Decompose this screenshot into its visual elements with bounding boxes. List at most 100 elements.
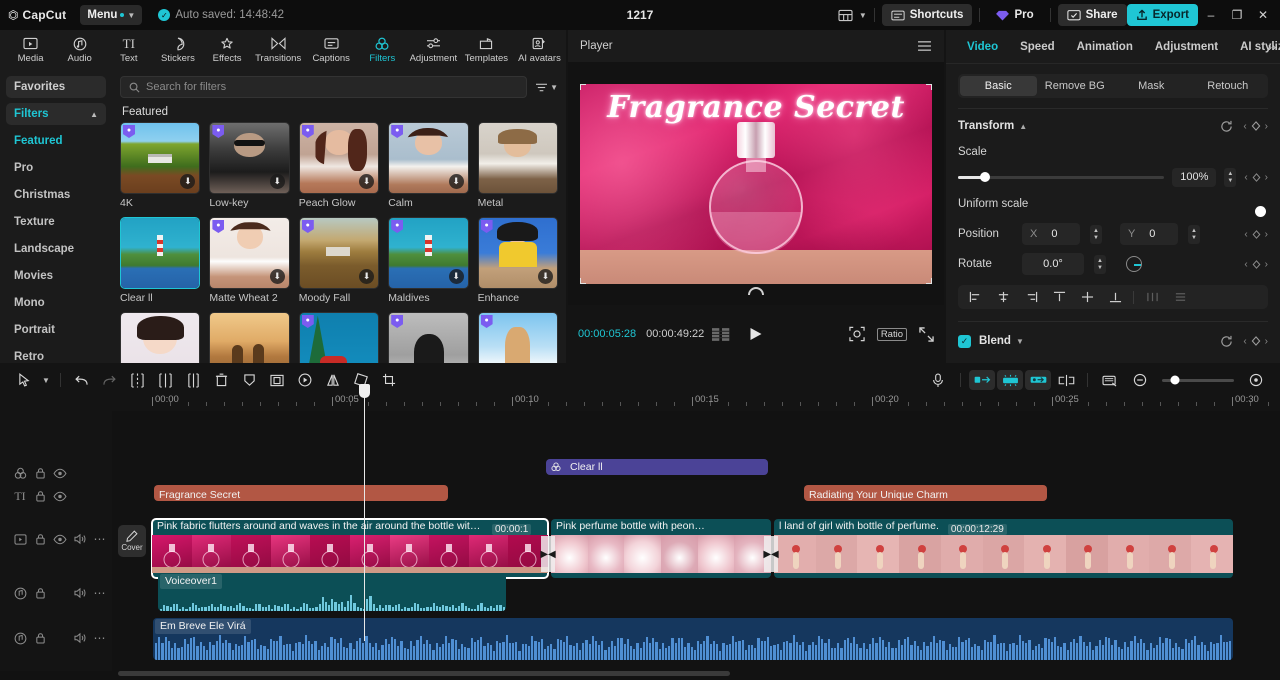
filter-item[interactable]: ● ⬇ Matte Wheat 2	[209, 217, 290, 304]
download-icon[interactable]: ⬇	[448, 174, 464, 189]
segment-retouch[interactable]: Retouch	[1190, 76, 1267, 96]
tab-transitions[interactable]: Transitions	[252, 30, 305, 70]
align-center-h-icon[interactable]	[990, 287, 1016, 307]
auto-cut-icon[interactable]	[969, 370, 995, 390]
playhead-grip[interactable]	[359, 384, 370, 398]
keyframe-diamond-icon[interactable]: ‹ ›	[1243, 121, 1268, 132]
record-voiceover-icon[interactable]	[924, 368, 952, 392]
align-top-icon[interactable]	[1046, 287, 1072, 307]
tab-media[interactable]: Media	[6, 30, 55, 70]
cover-button[interactable]: Cover	[118, 525, 146, 557]
shortcuts-button[interactable]: Shortcuts	[881, 4, 973, 26]
reset-icon[interactable]	[1220, 335, 1233, 348]
tab-text[interactable]: TI Text	[104, 30, 153, 70]
scale-stepper[interactable]: ▲ ▼	[1224, 167, 1237, 187]
tab-stickers[interactable]: Stickers	[153, 30, 202, 70]
sidebar-item-texture[interactable]: Texture	[6, 211, 106, 233]
filter-thumbnail[interactable]: ● ⬇	[388, 217, 469, 289]
tool-dropdown-caret-icon[interactable]: ▼	[38, 368, 54, 392]
maximize-button[interactable]: ❐	[1224, 2, 1250, 28]
sidebar-item-filters[interactable]: Filters ▲	[6, 103, 106, 125]
crop-handle-top-right[interactable]	[926, 83, 932, 90]
rotate-dial[interactable]	[1125, 256, 1142, 272]
trim-right-icon[interactable]	[179, 368, 207, 392]
transition-badge-icon[interactable]: ▶◀	[763, 536, 779, 572]
stage-resize-handle[interactable]	[748, 287, 764, 295]
segment-remove-bg[interactable]: Remove BG	[1037, 76, 1114, 96]
sidebar-item-mono[interactable]: Mono	[6, 292, 106, 314]
mirror-icon[interactable]	[319, 368, 347, 392]
filter-item[interactable]: ● ⬇ Calm	[388, 122, 469, 209]
rotate-stepper[interactable]: ▲ ▼	[1094, 254, 1106, 274]
share-button[interactable]: Share	[1057, 4, 1127, 26]
align-middle-v-icon[interactable]	[1074, 287, 1100, 307]
crop-frame-icon[interactable]	[263, 368, 291, 392]
timeline-horizontal-scrollbar[interactable]	[118, 671, 730, 676]
tab-ai-avatars[interactable]: AI avatars	[513, 30, 566, 70]
filter-thumbnail[interactable]	[120, 217, 201, 289]
tab-filters[interactable]: Filters	[358, 30, 407, 70]
text-clip[interactable]: Radiating Your Unique Charm	[804, 485, 1047, 501]
filter-item[interactable]: ● ⬇ Moody Fall	[298, 217, 380, 304]
filter-item[interactable]: Metal	[477, 122, 558, 209]
link-audio-icon[interactable]	[1025, 370, 1051, 390]
timeline-zoom-knob[interactable]	[1170, 375, 1180, 385]
playhead[interactable]	[359, 384, 370, 641]
rotate-field[interactable]: 0.0°	[1022, 253, 1084, 275]
position-y-stepper[interactable]: ▲ ▼	[1187, 224, 1200, 244]
play-button[interactable]	[750, 327, 763, 341]
crop-handle-bottom-left[interactable]	[580, 277, 586, 284]
fullscreen-icon[interactable]	[919, 326, 934, 342]
filter-thumbnail[interactable]: ●	[477, 312, 558, 363]
chevron-right-icon[interactable]: ››	[1268, 40, 1276, 54]
transition-badge-icon[interactable]: ▶◀	[540, 536, 556, 572]
select-tool-icon[interactable]	[10, 368, 38, 392]
tab-templates[interactable]: Templates	[460, 30, 513, 70]
effect-clip[interactable]: Clear ll	[546, 459, 768, 475]
timeline-zoom-slider[interactable]	[1162, 375, 1234, 385]
mix-audio-icon[interactable]	[997, 370, 1023, 390]
speed-icon[interactable]	[291, 368, 319, 392]
download-icon[interactable]: ⬇	[269, 269, 285, 284]
chevron-down-icon[interactable]: ▼	[1016, 337, 1024, 346]
filter-item[interactable]: ● ⬇ 4K	[120, 122, 201, 209]
filter-item[interactable]: Clear ll	[120, 217, 201, 304]
crop-handle-bottom-right[interactable]	[926, 277, 932, 284]
filter-thumbnail[interactable]: ● ⬇	[298, 217, 380, 289]
rotate-keyframe-icon[interactable]: ‹ ›	[1244, 259, 1268, 270]
sidebar-item-portrait[interactable]: Portrait	[6, 319, 106, 341]
filter-thumbnail[interactable]	[120, 312, 201, 363]
zoom-in-icon[interactable]	[1242, 368, 1270, 392]
filter-thumbnail[interactable]: ● ⬇	[477, 217, 558, 289]
audio-clip[interactable]: Em Breve Ele Virá	[153, 618, 1233, 660]
crop-handle-top-left[interactable]	[580, 83, 586, 90]
audio-clip[interactable]: Voiceover1	[158, 573, 506, 611]
split-icon[interactable]	[123, 368, 151, 392]
sort-filter-icon[interactable]: ▼	[535, 82, 558, 93]
align-right-icon[interactable]	[1018, 287, 1044, 307]
download-icon[interactable]: ⬇	[269, 174, 285, 189]
download-icon[interactable]: ⬇	[448, 269, 464, 284]
frames-icon[interactable]	[712, 327, 732, 341]
trim-left-icon[interactable]	[151, 368, 179, 392]
text-clip[interactable]: Fragrance Secret	[154, 485, 448, 501]
video-clip[interactable]: l land of girl with bottle of perfume. 00…	[774, 519, 1233, 578]
filter-item[interactable]: ●	[298, 312, 380, 363]
filter-thumbnail[interactable]: ● ⬇	[120, 122, 201, 194]
undo-icon[interactable]	[67, 368, 95, 392]
align-bottom-icon[interactable]	[1102, 287, 1128, 307]
sidebar-item-christmas[interactable]: Christmas	[6, 184, 106, 206]
scale-keyframe-icon[interactable]: ‹ ›	[1244, 172, 1268, 183]
tab-effects[interactable]: Effects	[203, 30, 252, 70]
position-keyframe-icon[interactable]: ‹ ›	[1244, 229, 1268, 240]
filter-item[interactable]	[120, 312, 201, 363]
filter-thumbnail[interactable]: ● ⬇	[209, 122, 290, 194]
scale-slider-knob[interactable]	[979, 172, 990, 182]
scale-value[interactable]: 100%	[1172, 167, 1217, 187]
scale-slider[interactable]	[958, 172, 1165, 182]
hamburger-icon[interactable]	[917, 40, 932, 52]
blend-checkbox[interactable]: ✓	[958, 334, 971, 348]
video-clip[interactable]: Pink fabric flutters around and waves in…	[151, 518, 549, 579]
tab-captions[interactable]: Captions	[305, 30, 358, 70]
player-stage[interactable]: Fragrance Secret	[568, 62, 944, 305]
